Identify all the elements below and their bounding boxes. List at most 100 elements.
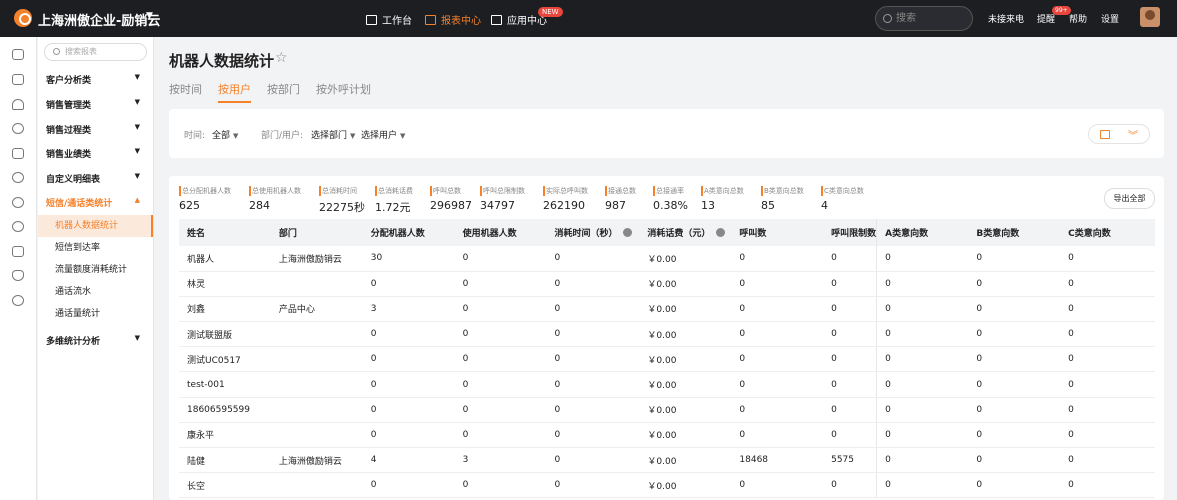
fingerprint-icon[interactable] bbox=[12, 197, 24, 208]
table-cell: 0 bbox=[968, 296, 1061, 323]
table-cell: 0 bbox=[454, 271, 547, 297]
table-cell: 0 bbox=[454, 472, 547, 499]
table-cell: 0 bbox=[546, 271, 640, 297]
table-cell: 30 bbox=[362, 246, 455, 272]
table-cell: 0 bbox=[876, 246, 969, 272]
users-icon[interactable] bbox=[12, 295, 24, 306]
table-cell: 0 bbox=[731, 397, 824, 423]
sidebar-cat-sales-performance[interactable]: 销售业绩类 ▼ bbox=[46, 147, 146, 160]
page-title: 机器人数据统计 bbox=[169, 52, 275, 70]
table-cell: 0 bbox=[876, 422, 969, 449]
table-cell: 0 bbox=[1060, 346, 1155, 373]
global-search-input[interactable]: 搜索 bbox=[875, 6, 973, 31]
sidebar-item-call-volume[interactable]: 通话量统计 bbox=[38, 303, 153, 325]
table-cell: 0 bbox=[731, 246, 824, 272]
shield-icon[interactable] bbox=[12, 270, 24, 281]
table-cell: 0 bbox=[362, 321, 455, 348]
sidebar-cat-sales-process[interactable]: 销售过程类 ▼ bbox=[46, 123, 146, 136]
chevron-down-icon[interactable]: ▼ bbox=[146, 11, 153, 21]
tab-by-user[interactable]: 按用户 bbox=[218, 81, 251, 103]
export-icon[interactable] bbox=[12, 49, 24, 60]
time-filter-select[interactable]: 全部 ▼ bbox=[212, 128, 238, 141]
table-cell: 林灵 bbox=[179, 271, 271, 297]
sidebar-item-traffic-quota[interactable]: 流量额度消耗统计 bbox=[38, 259, 153, 281]
user-avatar[interactable] bbox=[1140, 7, 1160, 27]
sidebar-cat-sms-call[interactable]: 短信/通话类统计 ▲ bbox=[46, 196, 146, 209]
table-cell: 0 bbox=[731, 271, 824, 297]
table-cell: 0 bbox=[731, 472, 824, 499]
tab-by-department[interactable]: 按部门 bbox=[267, 81, 300, 101]
tab-by-time[interactable]: 按时间 bbox=[169, 81, 202, 101]
sidebar-cat-customer-analysis[interactable]: 客户分析类 ▼ bbox=[46, 73, 146, 86]
department-select[interactable]: 选择部门 ▼ bbox=[311, 128, 355, 141]
table-cell: 0 bbox=[968, 447, 1061, 474]
favorite-star-icon[interactable]: ☆ bbox=[275, 50, 288, 66]
table-cell: 测试UC0517 bbox=[179, 346, 271, 373]
time-filter-label: 时间: bbox=[184, 131, 206, 141]
table-row: 林灵 0 0 0 ￥0.00 0 0 0 0 0 bbox=[179, 271, 1155, 297]
filter-actions: ︾ bbox=[1088, 124, 1150, 144]
info-icon[interactable] bbox=[623, 228, 633, 237]
robot-stats-table: 姓名 部门 分配机器人数 使用机器人数 消耗时间（秒） 消耗话费（元） 呼叫数 … bbox=[179, 219, 1155, 499]
table-cell: 机器人 bbox=[179, 246, 271, 272]
print-icon[interactable] bbox=[1100, 130, 1110, 139]
info-icon[interactable] bbox=[716, 228, 726, 237]
star-icon[interactable] bbox=[12, 99, 24, 110]
sidebar-item-sms-rate[interactable]: 短信到达率 bbox=[38, 237, 153, 259]
table-header-row: 姓名 部门 分配机器人数 使用机器人数 消耗时间（秒） 消耗话费（元） 呼叫数 … bbox=[179, 219, 1155, 246]
table-cell: 长空 bbox=[179, 472, 271, 499]
report-search-input[interactable]: 搜索报表 bbox=[44, 43, 147, 61]
double-chevron-down-icon[interactable]: ︾ bbox=[1128, 127, 1138, 142]
search-icon bbox=[883, 14, 892, 23]
table-cell: 0 bbox=[876, 271, 969, 297]
table-cell: 产品中心 bbox=[270, 296, 363, 323]
message-icon[interactable] bbox=[12, 221, 24, 232]
table-cell: 0 bbox=[876, 321, 969, 348]
table-cell: ￥0.00 bbox=[639, 422, 732, 449]
table-cell: 0 bbox=[823, 296, 878, 323]
table-cell: ￥0.00 bbox=[639, 296, 732, 323]
table-cell: 0 bbox=[968, 246, 1061, 272]
column-header: C类意向数 bbox=[1060, 219, 1155, 246]
table-cell: 18606595599 bbox=[179, 397, 271, 423]
sidebar-item-call-flow[interactable]: 通话流水 bbox=[38, 281, 153, 303]
stat-b-intent: B类意向总数 85 bbox=[761, 186, 804, 212]
scan-icon[interactable] bbox=[12, 148, 24, 159]
help-link[interactable]: 帮助 bbox=[1069, 12, 1087, 25]
column-header: 呼叫数 bbox=[731, 219, 824, 246]
reminder-link[interactable]: 提醒 bbox=[1037, 12, 1055, 25]
sidebar-cat-sales-management[interactable]: 销售管理类 ▼ bbox=[46, 98, 146, 111]
export-all-button[interactable]: 导出全部 bbox=[1104, 188, 1155, 209]
monitor-icon[interactable] bbox=[12, 74, 24, 85]
column-header: 姓名 bbox=[179, 219, 271, 246]
stat-total-used-robots: 总使用机器人数 284 bbox=[249, 186, 301, 212]
settings-link[interactable]: 设置 bbox=[1101, 12, 1119, 25]
table-cell: 0 bbox=[823, 422, 878, 449]
sidebar-item-robot-stats[interactable]: 机器人数据统计 bbox=[38, 215, 153, 237]
table-cell: 0 bbox=[1060, 321, 1155, 348]
table-cell: 0 bbox=[731, 422, 824, 449]
table-cell: 0 bbox=[731, 296, 824, 323]
table-cell: 0 bbox=[546, 346, 640, 373]
whatsapp-icon[interactable] bbox=[12, 172, 24, 183]
user-select[interactable]: 选择用户 ▼ bbox=[361, 128, 405, 141]
report-icon bbox=[425, 14, 436, 25]
column-header: 部门 bbox=[270, 219, 363, 246]
nav-report-center[interactable]: 报表中心 bbox=[425, 12, 481, 27]
table-cell: 0 bbox=[876, 296, 969, 323]
missed-calls-link[interactable]: 未接来电 bbox=[988, 12, 1024, 25]
table-row: 陆健 上海洲傲励销云 4 3 0 ￥0.00 18468 5575 0 0 0 bbox=[179, 447, 1155, 474]
chat-icon[interactable] bbox=[12, 123, 24, 134]
sidebar-cat-multidim[interactable]: 多维统计分析 ▼ bbox=[46, 334, 146, 347]
tab-by-call-plan[interactable]: 按外呼计划 bbox=[316, 81, 371, 101]
sidebar-cat-custom-detail[interactable]: 自定义明细表 ▼ bbox=[46, 172, 146, 185]
search-icon bbox=[53, 48, 60, 55]
chevron-down-icon: ▼ bbox=[134, 123, 140, 131]
column-header: A类意向数 bbox=[876, 219, 969, 246]
nav-workbench[interactable]: 工作台 bbox=[366, 12, 412, 27]
brand-logo-icon[interactable] bbox=[14, 9, 32, 27]
company-name[interactable]: 上海洲傲企业-励销云 bbox=[38, 10, 160, 29]
table-cell: ￥0.00 bbox=[639, 321, 732, 348]
mail-icon[interactable] bbox=[12, 246, 24, 257]
table-cell: 0 bbox=[362, 472, 455, 499]
